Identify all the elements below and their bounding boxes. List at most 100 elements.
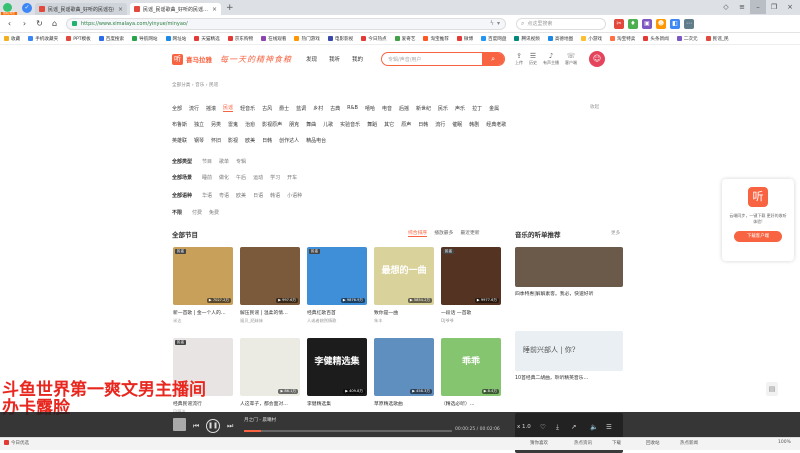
address-text[interactable]: https://www.ximalaya.com/yinyue/minyao/ [81,21,487,27]
sort-tab[interactable]: 综合排序 [408,229,428,237]
tab-1[interactable]: 民谣_民谣歌曲_好听的民谣在线… × [35,3,127,15]
genre-tag[interactable]: 朋克 [289,121,299,128]
genre-tag[interactable]: 日韩 [418,121,428,128]
extension-icon[interactable]: ♦ [628,18,638,29]
extension-icon[interactable]: ✂ [614,18,624,29]
program-card[interactable]: ▶ 458.3万 草原精选歌曲 [374,338,434,407]
genre-tag[interactable]: 金属 [489,105,499,112]
filter-label[interactable]: 全部类型 [172,158,192,165]
filter-option[interactable]: 节目 [202,158,212,165]
shield-icon[interactable]: ◇ [718,0,734,14]
program-title[interactable]: 经典红歌百首 [307,309,367,316]
filter-option[interactable]: 小语种 [287,192,302,199]
status-item[interactable]: 下载 [612,440,621,446]
genre-tag[interactable]: 嘻哈 [365,105,375,112]
download-icon[interactable]: ⤓ [556,423,559,432]
bookmark-item[interactable]: 京东购物 [227,36,253,42]
browser-search[interactable]: ⌕ 点这里搜索 [516,17,606,30]
site-search[interactable]: 专辑/声音/用户 ⌕ [381,52,506,66]
filter-option[interactable]: 学习 [270,174,280,181]
program-card[interactable]: ▶ 997.6万 解压民谣 | 温柔的情… 福贝_陌妹妹 [240,247,300,324]
filter-option[interactable]: 歌单 [219,158,229,165]
extension-icon[interactable]: ☻ [656,18,666,29]
genre-tag[interactable]: 儿歌 [323,121,333,128]
program-cover[interactable]: 民谣 ▶ 9876.9万 [307,247,367,305]
feedback-icon[interactable]: ▤ [766,382,778,396]
genre-tag[interactable]: 摇滚 [206,105,216,112]
program-title[interactable]: 李健精选集 [307,400,367,407]
genre-tag[interactable]: 新世纪 [416,105,431,112]
next-icon[interactable]: ⏭ [227,422,233,431]
genre-tag[interactable]: 其它 [384,121,394,128]
program-cover[interactable]: 民谣 ▶ 7027.2万 [173,247,233,305]
bookmark-item[interactable]: 电影影视 [327,36,353,42]
lightning-icon[interactable]: ϟ [490,20,494,27]
nav-mine[interactable]: 我的 [352,55,363,63]
genre-tag[interactable]: 爵士 [279,105,289,112]
program-card[interactable]: 乖乖 ▶ 8.4万 （精选必听）… [441,338,501,407]
site-logo[interactable]: 听 喜马拉雅 [172,53,212,65]
previous-icon[interactable]: ⏮ [193,422,199,431]
genre-tag[interactable]: 影视 [228,137,238,144]
bookmark-item[interactable]: 收藏 [4,36,20,42]
genre-tag[interactable]: 治愈 [245,121,255,128]
genre-tag[interactable]: 电音 [382,105,392,112]
nav-discover[interactable]: 发现 [306,55,317,63]
program-title[interactable]: 新一首歌 | 金一个人的… [173,309,233,316]
forward-icon[interactable]: › [19,19,30,28]
avatar[interactable]: ☺ [589,51,606,67]
bookmark-item[interactable]: 爱奇艺 [394,36,415,42]
bookmark-item[interactable]: 小游戏 [581,36,602,42]
genre-tag[interactable]: 流行 [189,105,199,112]
speed-button[interactable]: x 1.0 [517,424,531,430]
bookmark-item[interactable]: 腾讯视频 [514,36,540,42]
nav-listen[interactable]: 我听 [329,55,340,63]
refresh-icon[interactable]: ↻ [34,19,45,28]
bookmark-item[interactable]: 民谣_民 [705,36,729,42]
recommend-cover[interactable]: 睡前兴部人 | 你? [515,331,623,371]
more-link[interactable]: 更多 [611,230,620,236]
program-card[interactable]: 民谣经典民谣流行贝丽达 [173,338,233,415]
new-tab-button[interactable]: + [226,3,234,13]
player-cover[interactable] [173,418,186,431]
program-cover[interactable]: 最想的一曲 ▶ 5854.2万 [374,247,434,305]
filter-option[interactable]: 付费 [192,209,202,216]
filter-option[interactable]: 日语 [253,192,263,199]
genre-tag[interactable]: 声乐 [455,105,465,112]
program-card[interactable]: 民谣 ▶ 9876.9万 经典红歌百首 人或者婉然情歌 [307,247,367,324]
program-author[interactable]: 朱丰 [374,318,434,324]
genre-tag[interactable]: 轻音乐 [240,105,255,112]
program-author[interactable]: DJ爷爷 [441,318,501,324]
bookmark-item[interactable]: 淘宝特卖 [610,36,635,42]
genre-tag[interactable]: 布鲁斯 [172,121,187,128]
play-pause-button[interactable]: ❚❚ [206,419,220,433]
program-title[interactable]: 致你是一曲 [374,309,434,316]
address-bar[interactable]: https://www.ximalaya.com/yinyue/minyao/ … [66,17,506,30]
filter-option[interactable]: 粤语 [219,192,229,199]
bookmark-item[interactable]: 高德地图 [547,36,573,42]
browser-logo[interactable]: 随机浏览 [0,1,18,15]
genre-tag[interactable]: 韩剧 [469,121,479,128]
dropdown-icon[interactable]: ▾ [497,20,500,27]
genre-tag[interactable]: 雷鬼 [228,121,238,128]
collapse-toggle[interactable]: 收起 [590,104,599,110]
bookmark-item[interactable]: 在线观看 [261,36,286,42]
filter-option[interactable]: 韩语 [270,192,280,199]
program-card[interactable]: 李健精选集 ▶ 409.8万 李健精选集 [307,338,367,407]
filter-option[interactable]: 华语 [202,192,212,199]
program-cover[interactable]: ▶ 997.6万 [240,247,300,305]
genre-tag[interactable]: 创作达人 [279,137,299,144]
genre-tag[interactable]: 拉丁 [472,105,482,112]
status-left[interactable]: 今日优选 [4,440,29,446]
status-item[interactable]: 热点新闻 [680,440,698,446]
genre-tag[interactable]: 蓝调 [296,105,306,112]
site-search-input[interactable]: 专辑/声音/用户 [382,56,482,63]
filter-option[interactable]: 专辑 [236,158,246,165]
genre-tag[interactable]: 催眠 [452,121,462,128]
genre-tag[interactable]: 民谣 [223,104,234,112]
genre-tag[interactable]: 后摇 [399,105,409,112]
program-cover[interactable]: 民谣 ▶ 9977.6万 [441,247,501,305]
program-card[interactable]: 最想的一曲 ▶ 5854.2万致你是一曲朱丰 [374,247,434,324]
program-title[interactable]: （精选必听）… [441,400,501,407]
anchor-button[interactable]: ♪ 有声主播 [543,52,559,66]
